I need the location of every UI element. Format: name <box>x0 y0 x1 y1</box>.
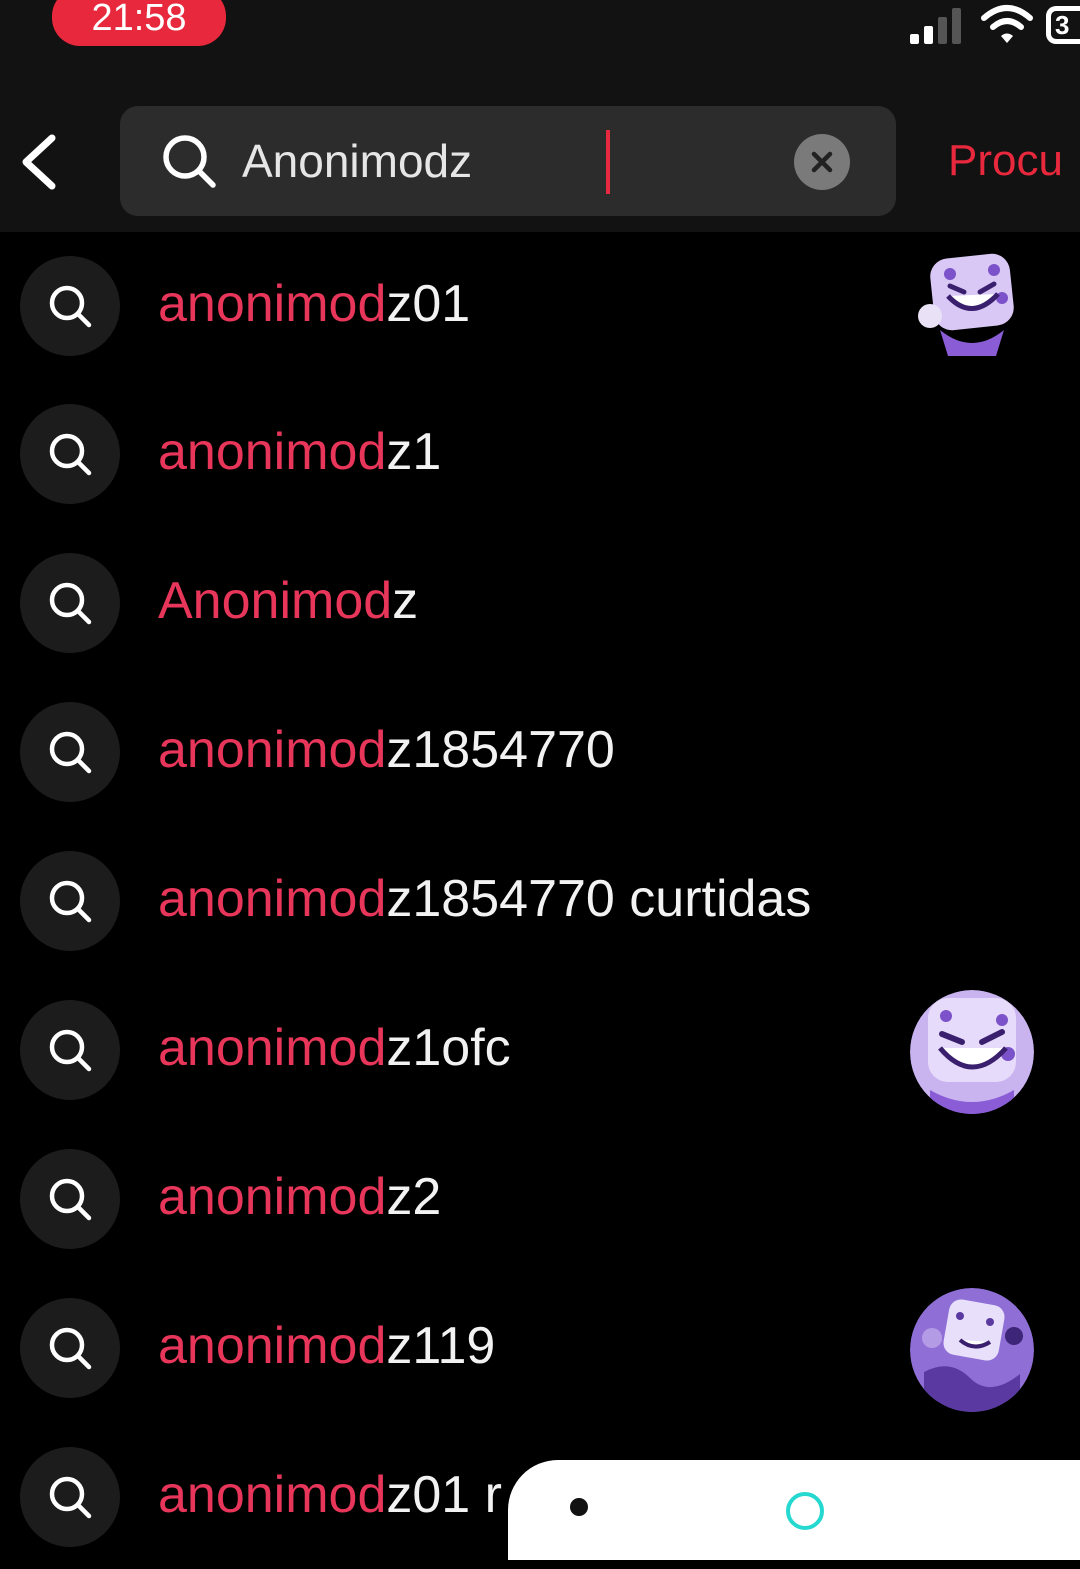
suggestion-text: anonimodz01 r <box>158 1466 502 1524</box>
suggestion-item[interactable]: anonimodz01 <box>0 230 1080 378</box>
search-submit-button[interactable]: Procu <box>948 136 1063 186</box>
search-icon <box>49 1178 92 1221</box>
suggestion-search-icon-badge <box>20 702 120 802</box>
search-icon <box>49 1029 92 1072</box>
suggestion-text: anonimodz1854770 <box>158 721 615 779</box>
suggestion-text: Anonimodz <box>158 572 419 630</box>
suggestion-text: anonimodz01 <box>158 275 471 333</box>
suggestion-item[interactable]: anonimodz1854770 <box>0 676 1080 824</box>
suggestion-item[interactable]: anonimodz1ofc <box>0 974 1080 1122</box>
suggestion-item[interactable]: anonimodz2 <box>0 1123 1080 1271</box>
suggestion-text: anonimodz119 <box>158 1317 496 1375</box>
search-icon <box>49 1327 92 1370</box>
status-time: 21:58 <box>52 0 226 46</box>
search-icon <box>49 880 92 923</box>
suggestion-text: anonimodz1ofc <box>158 1019 511 1077</box>
suggestion-search-icon-badge <box>20 1298 120 1398</box>
suggestion-search-icon-badge <box>20 256 120 356</box>
bottom-bar-ring-icon <box>786 1492 824 1530</box>
suggestion-text: anonimodz2 <box>158 1168 442 1226</box>
search-icon <box>49 1476 92 1519</box>
dice-character-avatar <box>918 253 1014 356</box>
wifi-icon <box>981 5 1033 43</box>
search-icon <box>49 731 92 774</box>
suggestion-search-icon-badge <box>20 404 120 504</box>
dice-character-avatar <box>910 1288 1034 1412</box>
suggestion-text: anonimodz1854770 curtidas <box>158 870 812 928</box>
suggestion-item[interactable]: anonimodz1854770 curtidas <box>0 825 1080 973</box>
search-header: Procu <box>0 80 1080 232</box>
suggestion-search-icon-badge <box>20 1149 120 1249</box>
search-icon <box>49 433 92 476</box>
clear-search-button[interactable] <box>794 134 850 190</box>
close-icon <box>811 151 833 173</box>
status-bar: 21:58 3 <box>0 0 1080 80</box>
dice-character-avatar <box>910 990 1034 1114</box>
bottom-bar-dot-icon <box>570 1498 588 1516</box>
search-input[interactable] <box>242 126 802 196</box>
suggestion-item[interactable]: anonimodz1 <box>0 378 1080 526</box>
cellular-signal-icon <box>910 8 961 44</box>
suggestion-search-icon-badge <box>20 1447 120 1547</box>
search-icon <box>49 582 92 625</box>
search-icon <box>163 135 216 188</box>
suggestion-search-icon-badge <box>20 553 120 653</box>
suggestion-text: anonimodz1 <box>158 423 442 481</box>
search-bar[interactable] <box>120 106 896 216</box>
search-icon <box>49 285 92 328</box>
back-chevron-icon[interactable] <box>16 132 64 192</box>
suggestion-item[interactable]: anonimodz119 <box>0 1272 1080 1420</box>
suggestion-item[interactable]: Anonimodz <box>0 527 1080 675</box>
suggestion-search-icon-badge <box>20 1000 120 1100</box>
battery-icon: 3 <box>1046 6 1080 44</box>
text-caret <box>606 130 610 194</box>
suggestion-search-icon-badge <box>20 851 120 951</box>
